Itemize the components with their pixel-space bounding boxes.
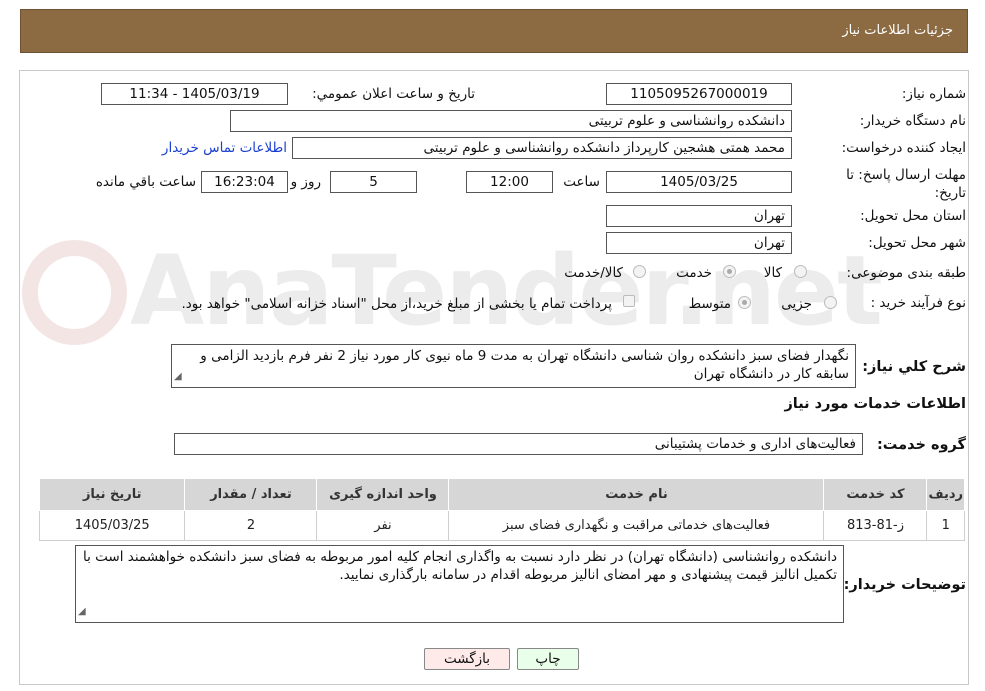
cell-name: فعالیت‌های خدماتی مراقبت و نگهداری فضای … bbox=[448, 510, 825, 541]
announce-field: 1405/03/19 - 11:34 bbox=[101, 83, 288, 105]
creator-label: ایجاد کننده درخواست: bbox=[841, 140, 966, 156]
print-button[interactable]: چاپ bbox=[517, 648, 579, 670]
buyer-notes-label: توضیحات خریدار: bbox=[843, 577, 966, 593]
summary-text: نگهدار فضای سبز دانشکده روان شناسی دانشگ… bbox=[200, 348, 849, 382]
announce-label: تاريخ و ساعت اعلان عمومي: bbox=[312, 86, 475, 102]
col-name: نام خدمت bbox=[448, 478, 825, 511]
process-partial-radio[interactable] bbox=[824, 296, 837, 309]
col-unit: واحد اندازه گیری bbox=[316, 478, 450, 511]
buyer-notes-field: دانشکده روانشناسی (دانشگاه تهران) در نظر… bbox=[75, 545, 844, 623]
process-partial-label: جزیی bbox=[781, 296, 812, 312]
page-title: جزئیات اطلاعات نیاز bbox=[842, 23, 953, 38]
deadline-time-field: 12:00 bbox=[466, 171, 553, 193]
category-goods-radio[interactable] bbox=[794, 265, 807, 278]
province-label: استان محل تحویل: bbox=[860, 208, 966, 224]
cell-code: ز-81-813 bbox=[823, 510, 928, 541]
treasury-checkbox[interactable] bbox=[623, 295, 635, 307]
summary-label: شرح کلي نياز: bbox=[862, 359, 966, 375]
resize-grip-icon[interactable]: ◢ bbox=[78, 603, 86, 621]
remaining-label: ساعت باقي مانده bbox=[95, 174, 196, 190]
col-code: کد خدمت bbox=[823, 478, 928, 511]
days-field: 5 bbox=[330, 171, 417, 193]
buyer-notes-text: دانشکده روانشناسی (دانشگاه تهران) در نظر… bbox=[82, 549, 837, 583]
category-both-label: کالا/خدمت bbox=[564, 265, 623, 281]
cell-row: 1 bbox=[926, 510, 965, 541]
creator-field: محمد همتی هشجین کارپرداز دانشکده روانشنا… bbox=[292, 137, 792, 159]
service-group-label: گروه خدمت: bbox=[876, 437, 966, 453]
buyer-org-field: دانشکده روانشناسی و علوم تربیتی bbox=[230, 110, 792, 132]
resize-grip-icon[interactable]: ◢ bbox=[174, 368, 182, 386]
remaining-time-field: 16:23:04 bbox=[201, 171, 288, 193]
cell-date: 1405/03/25 bbox=[38, 510, 186, 541]
table-row: 1 ز-81-813 فعالیت‌های خدماتی مراقبت و نگ… bbox=[38, 510, 965, 541]
service-group-field: فعالیت‌های اداری و خدمات پشتیبانی bbox=[174, 433, 863, 455]
category-goods-label: کالا bbox=[763, 265, 782, 281]
table-header-row: ردیف کد خدمت نام خدمت واحد اندازه گیری ت… bbox=[38, 478, 965, 511]
category-service-label: خدمت bbox=[676, 265, 712, 281]
col-date: تاریخ نیاز bbox=[38, 478, 186, 511]
cell-unit: نفر bbox=[316, 510, 450, 541]
payment-note: پرداخت تمام یا بخشی از مبلغ خرید،از محل … bbox=[181, 296, 612, 312]
summary-field: نگهدار فضای سبز دانشکده روان شناسی دانشگ… bbox=[171, 344, 856, 388]
deadline-label: مهلت ارسال پاسخ: تا تاریخ: bbox=[846, 167, 966, 201]
days-label: روز و bbox=[290, 174, 321, 190]
province-field: تهران bbox=[606, 205, 792, 227]
process-medium-radio[interactable] bbox=[738, 296, 751, 309]
category-both-radio[interactable] bbox=[633, 265, 646, 278]
category-service-radio[interactable] bbox=[723, 265, 736, 278]
services-table: ردیف کد خدمت نام خدمت واحد اندازه گیری ت… bbox=[38, 478, 965, 541]
deadline-time-label: ساعت bbox=[563, 174, 600, 190]
cell-qty: 2 bbox=[184, 510, 318, 541]
contact-buyer-link[interactable]: اطلاعات تماس خریدار bbox=[162, 140, 287, 156]
city-field: تهران bbox=[606, 232, 792, 254]
col-qty: تعداد / مقدار bbox=[184, 478, 318, 511]
services-title: اطلاعات خدمات مورد نیاز bbox=[784, 396, 966, 412]
page-header: جزئیات اطلاعات نیاز bbox=[20, 9, 968, 53]
process-label: نوع فرآیند خرید : bbox=[870, 295, 966, 311]
need-number-field: 1105095267000019 bbox=[606, 83, 792, 105]
need-number-label: شماره نیاز: bbox=[901, 86, 966, 102]
col-row: ردیف bbox=[926, 478, 965, 511]
category-label: طبقه بندی موضوعی: bbox=[846, 265, 966, 281]
deadline-date-field: 1405/03/25 bbox=[606, 171, 792, 193]
city-label: شهر محل تحویل: bbox=[868, 235, 966, 251]
buyer-org-label: نام دستگاه خریدار: bbox=[859, 113, 966, 129]
process-medium-label: متوسط bbox=[688, 296, 731, 312]
back-button[interactable]: بازگشت bbox=[424, 648, 510, 670]
